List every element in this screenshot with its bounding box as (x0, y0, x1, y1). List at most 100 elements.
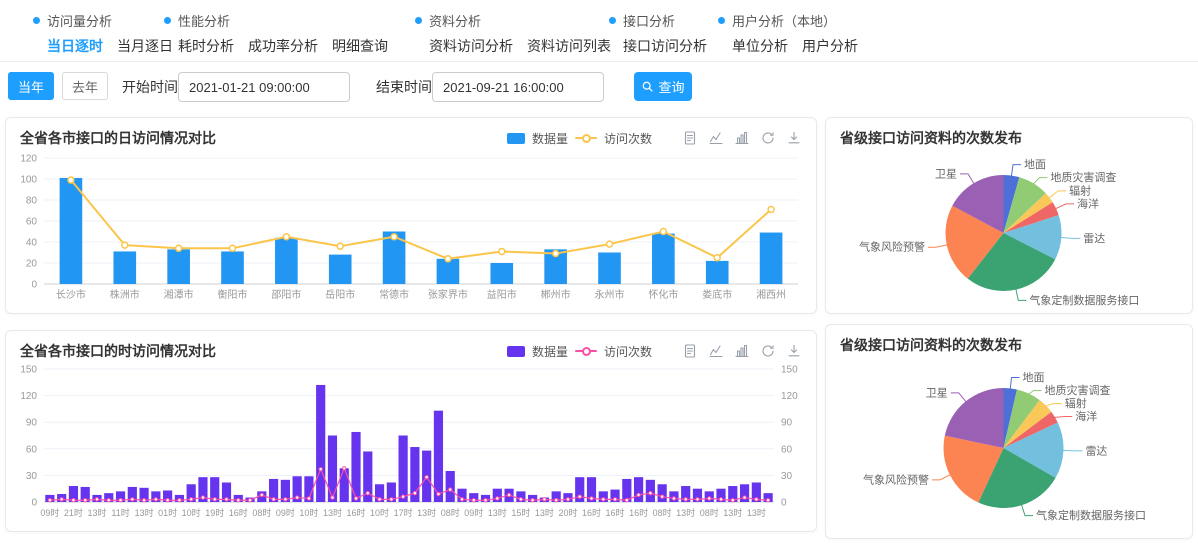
svg-text:邵阳市: 邵阳市 (271, 288, 301, 301)
svg-text:10时: 10时 (370, 507, 389, 518)
line-legend-label[interactable]: 访问次数 (604, 343, 652, 360)
province-pie-card-daily: 省级接口访问资料的次数发布 地面地质灾害调查辐射海洋雷达气象定制数据服务接口气象… (825, 117, 1193, 314)
svg-text:13时: 13时 (488, 507, 507, 518)
bar-legend-swatch-icon[interactable] (507, 346, 525, 357)
svg-text:120: 120 (20, 154, 37, 165)
line-legend-swatch-icon[interactable] (575, 133, 597, 144)
chart-legend: 数据量 访问次数 (507, 130, 652, 147)
bar-legend-swatch-icon[interactable] (507, 133, 525, 144)
svg-text:海洋: 海洋 (1077, 196, 1099, 210)
svg-text:地质灾害调查: 地质灾害调查 (1045, 383, 1111, 397)
nav-item-unit-analysis[interactable]: 单位分析 (732, 36, 788, 56)
nav-group-title: 用户分析（本地） (718, 11, 858, 30)
last-year-button[interactable]: 去年 (62, 72, 108, 100)
download-icon[interactable] (786, 130, 802, 146)
nav-bullet-icon (609, 17, 616, 24)
svg-text:16时: 16时 (229, 507, 248, 518)
line-legend-swatch-icon[interactable] (575, 346, 597, 357)
nav-item-hourly-today[interactable]: 当日逐时 (47, 36, 103, 56)
svg-text:15时: 15时 (511, 507, 530, 518)
start-time-label: 开始时间: (122, 72, 182, 102)
chart-legend: 数据量 访问次数 (507, 343, 652, 360)
svg-text:长沙市: 长沙市 (56, 288, 86, 301)
bar-legend-label[interactable]: 数据量 (532, 130, 568, 147)
nav-item-user-analysis[interactable]: 用户分析 (802, 36, 858, 56)
nav-bullet-icon (718, 17, 725, 24)
line-legend-label[interactable]: 访问次数 (604, 130, 652, 147)
nav-item-data-access-list[interactable]: 资料访问列表 (527, 36, 611, 56)
svg-text:10时: 10时 (182, 507, 201, 518)
hourly-compare-card: 全省各市接口的时访问情况对比 数据量 访问次数 0030306060909012… (5, 330, 817, 532)
nav-item-detail-query[interactable]: 明细查询 (332, 36, 388, 56)
svg-text:13时: 13时 (747, 507, 766, 518)
top-navigation: 访问量分析 当日逐时 当月逐日 性能分析 耗时分析 成功率分析 明细查询 资料分… (0, 0, 1198, 62)
data-view-icon[interactable] (682, 130, 698, 146)
nav-group-data-analysis: 资料分析 资料访问分析 资料访问列表 (415, 11, 611, 56)
restore-icon[interactable] (760, 130, 776, 146)
data-view-icon[interactable] (682, 343, 698, 359)
svg-text:株洲市: 株洲市 (110, 288, 140, 301)
svg-text:卫星: 卫星 (935, 167, 957, 180)
svg-text:11时: 11时 (111, 507, 129, 518)
svg-text:雷达: 雷达 (1083, 232, 1105, 245)
nav-item-interface-access-analysis[interactable]: 接口访问分析 (623, 36, 707, 56)
nav-group-title: 资料分析 (415, 11, 611, 30)
line-chart-icon[interactable] (708, 343, 724, 359)
svg-text:08时: 08时 (441, 507, 460, 518)
search-button[interactable]: 查询 (634, 72, 692, 101)
chart-title: 全省各市接口的时访问情况对比 (20, 341, 216, 361)
line-chart-icon[interactable] (708, 130, 724, 146)
svg-text:永州市: 永州市 (595, 288, 625, 301)
daily-bar-line-chart: 020406080100120长沙市株洲市湘潭市衡阳市邵阳市岳阳市常德市张家界市… (6, 148, 816, 306)
svg-text:80: 80 (26, 196, 38, 207)
svg-text:卫星: 卫星 (926, 386, 948, 399)
svg-text:郴州市: 郴州市 (541, 288, 571, 301)
chart-title: 省级接口访问资料的次数发布 (840, 335, 1022, 355)
svg-text:20时: 20时 (558, 507, 577, 518)
svg-text:衡阳市: 衡阳市 (218, 288, 248, 301)
start-time-input[interactable] (178, 72, 350, 102)
svg-text:90: 90 (26, 418, 38, 429)
nav-group-label: 资料分析 (429, 11, 481, 30)
nav-group-title: 访问量分析 (33, 11, 173, 30)
nav-group-label: 接口分析 (623, 11, 675, 30)
svg-text:13时: 13时 (535, 507, 554, 518)
nav-item-success-rate[interactable]: 成功率分析 (248, 36, 318, 56)
svg-text:0: 0 (31, 498, 37, 509)
nav-item-data-access-analysis[interactable]: 资料访问分析 (429, 36, 513, 56)
nav-item-time-cost[interactable]: 耗时分析 (178, 36, 234, 56)
bar-chart-icon[interactable] (734, 130, 750, 146)
svg-text:08时: 08时 (653, 507, 672, 518)
svg-text:常德市: 常德市 (379, 288, 409, 301)
svg-text:地质灾害调查: 地质灾害调查 (1050, 170, 1116, 184)
nav-bullet-icon (415, 17, 422, 24)
restore-icon[interactable] (760, 343, 776, 359)
svg-text:雷达: 雷达 (1085, 444, 1107, 457)
svg-text:21时: 21时 (64, 507, 83, 518)
bar-chart-icon[interactable] (734, 343, 750, 359)
end-time-label: 结束时间: (376, 72, 436, 102)
svg-text:怀化市: 怀化市 (648, 288, 678, 301)
svg-text:13时: 13时 (676, 507, 695, 518)
end-time-input[interactable] (432, 72, 604, 102)
svg-text:16时: 16时 (347, 507, 366, 518)
download-icon[interactable] (786, 343, 802, 359)
nav-group-label: 性能分析 (178, 11, 230, 30)
svg-text:30: 30 (781, 471, 793, 482)
chart-title: 全省各市接口的日访问情况对比 (20, 128, 216, 148)
bar-legend-label[interactable]: 数据量 (532, 343, 568, 360)
svg-text:13时: 13时 (323, 507, 342, 518)
svg-text:30: 30 (26, 471, 38, 482)
svg-text:01时: 01时 (158, 507, 177, 518)
svg-text:辐射: 辐射 (1065, 396, 1087, 410)
this-year-button[interactable]: 当年 (8, 72, 54, 100)
nav-group-title: 接口分析 (609, 11, 707, 30)
svg-text:20: 20 (26, 259, 38, 270)
province-access-pie-chart: 地面地质灾害调查辐射海洋雷达气象定制数据服务接口气象风险预警卫星 (826, 148, 1192, 312)
svg-text:张家界市: 张家界市 (428, 288, 468, 301)
nav-group-title: 性能分析 (164, 11, 388, 30)
svg-text:13时: 13时 (135, 507, 154, 518)
svg-text:0: 0 (781, 498, 787, 509)
svg-text:100: 100 (20, 175, 37, 186)
svg-text:09时: 09时 (276, 507, 295, 518)
